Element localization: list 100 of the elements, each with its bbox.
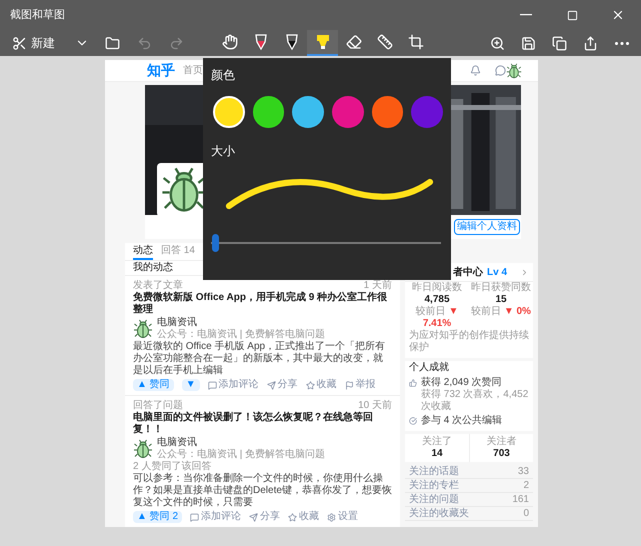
follow-count[interactable]: 关注了 14 [405,434,469,462]
list-count: 33 [518,465,529,478]
creator-center-title[interactable]: 者中心 [453,264,483,280]
author-name[interactable]: 电脑资讯 [157,317,326,329]
avatar-icon [506,62,522,78]
downvote-button[interactable]: ▼ [182,379,200,391]
post-action[interactable]: 添加评论 [208,379,259,391]
profile-tab[interactable]: 回答 14 [161,244,195,260]
author-info: 公众号：电脑资讯 | 免费解答电脑问题 [157,329,326,340]
author-avatar [133,319,153,339]
nav-link[interactable]: 首页 [183,63,203,78]
stat-label: 昨日获赞同数 [471,282,531,294]
post-action[interactable]: 设置 [327,511,358,523]
minimize-icon [520,14,532,16]
post-title[interactable]: 电脑里面的文件被误删了！该怎么恢复呢？在线急等回复！！ [133,412,392,436]
comment-icon [208,380,217,390]
touch-writing-icon [222,34,238,50]
post-action[interactable]: 分享 [266,379,298,391]
author-info: 公众号：电脑资讯 | 免费解答电脑问题 [157,449,326,460]
share-icon [266,380,276,390]
time-ago: 1 天前 [364,280,392,292]
site-logo[interactable]: 知乎 [147,60,175,81]
achievement-detail: 获得 732 次喜欢，4,452 次收藏 [421,389,529,413]
votes-note: 2 人赞同了该回答 [133,461,212,472]
highlighter-icon [314,33,330,51]
chevron-right-icon [520,268,529,276]
achievement-text: 参与 4 次公共编辑 [421,415,502,427]
report-icon [344,380,354,390]
post-excerpt: 可以参考：当你准备删除一个文件的时候，你使用什么操作？如果是直接单击键盘的Delete键，恭喜你发了，想要恢复这个文件的时候，只需要 [133,473,392,509]
color-swatch[interactable] [372,96,404,128]
stat-change: 较前日 ▼ 0% [471,306,531,318]
author-name[interactable]: 电脑资讯 [157,437,326,449]
thumbs-up-icon [409,379,417,387]
achievement-text: 获得 2,049 次赞同 [421,377,503,388]
more-icon [614,42,628,44]
comment-icon [190,512,200,522]
stat-change: 较前日 ▼ 7.41% [414,306,460,330]
post-excerpt: 最近微软的 Office 手机版 App，正式推出了一个「把所有办公室功能整合在一起」的新版本，其中最大的改变，就是以后在手机上编辑 [133,341,386,377]
maximize-icon [566,10,578,20]
color-swatch[interactable] [252,96,284,128]
stat-label: 昨日阅读数 [412,282,462,294]
activity-type: 回答了问题 [133,400,183,411]
list-count: 0 [523,507,529,520]
upvote-button[interactable]: ▲ 赞同 [133,379,174,391]
zoom-in-icon [490,36,505,50]
stat-value: 15 [495,294,507,306]
color-swatch[interactable] [332,96,364,128]
activity-type: 发表了文章 [133,280,183,291]
post-action[interactable]: 举报 [344,379,376,391]
edit-profile-button[interactable]: 编辑个人资料 [454,219,520,235]
share-icon [249,512,258,522]
post-title[interactable]: 免费微软新版 Office App，用手机完成 9 种办公室工作很整理 [133,292,392,316]
follow-list-link[interactable]: 关注的话题 [409,465,459,478]
card-title: 个人成就 [409,361,450,375]
post-action[interactable]: 分享 [249,511,280,523]
share-icon [583,36,598,50]
crop-icon [408,34,424,50]
post-action[interactable]: 添加评论 [190,511,242,523]
folder-icon [104,36,120,50]
size-label: 大小 [211,143,236,160]
color-label: 颜色 [211,67,236,84]
redo-icon [168,36,184,50]
notice-text[interactable]: 为应对知乎的创作提供持续保护 [405,330,533,358]
section-title: 我的动态 [132,261,174,275]
stat-value: 4,785 [424,294,450,306]
window-title: 截图和草图 [10,8,65,23]
notification-icon [470,65,481,76]
author-avatar [133,439,153,459]
follow-list-link[interactable]: 关注的专栏 [409,479,459,492]
color-swatch[interactable] [411,96,443,128]
pen-icon [284,33,300,51]
post-action[interactable]: 收藏 [306,379,337,391]
scissors-icon [12,36,27,50]
color-swatch[interactable] [213,96,245,128]
list-count: 2 [523,479,529,492]
settings-icon [327,512,336,522]
new-snip-button[interactable]: 新建 [8,34,59,52]
message-icon [495,65,506,76]
time-ago: 10 天前 [358,400,392,412]
pen-icon [252,33,268,51]
color-swatch[interactable] [292,96,324,128]
undo-icon [136,36,152,50]
ruler-icon [376,34,392,50]
follow-list-link[interactable]: 关注的问题 [409,493,459,506]
close-icon [611,8,625,22]
list-count: 161 [512,493,529,506]
check-circle-icon [409,417,417,425]
follow-list-link[interactable]: 关注的收藏夹 [409,507,469,520]
post-action[interactable]: 收藏 [288,511,320,523]
upvote-button[interactable]: ▲ 赞同 2 [133,511,182,523]
level-label: Lv 4 [487,266,508,280]
copy-icon [552,36,567,50]
follow-count[interactable]: 关注者 703 [469,434,533,462]
favorite-icon [288,512,298,522]
size-slider[interactable] [211,234,441,252]
favorite-icon [306,380,315,390]
save-icon [521,36,536,50]
slider-thumb[interactable] [212,234,220,252]
profile-tab[interactable]: 动态 [133,244,153,260]
eraser-icon [346,34,362,50]
